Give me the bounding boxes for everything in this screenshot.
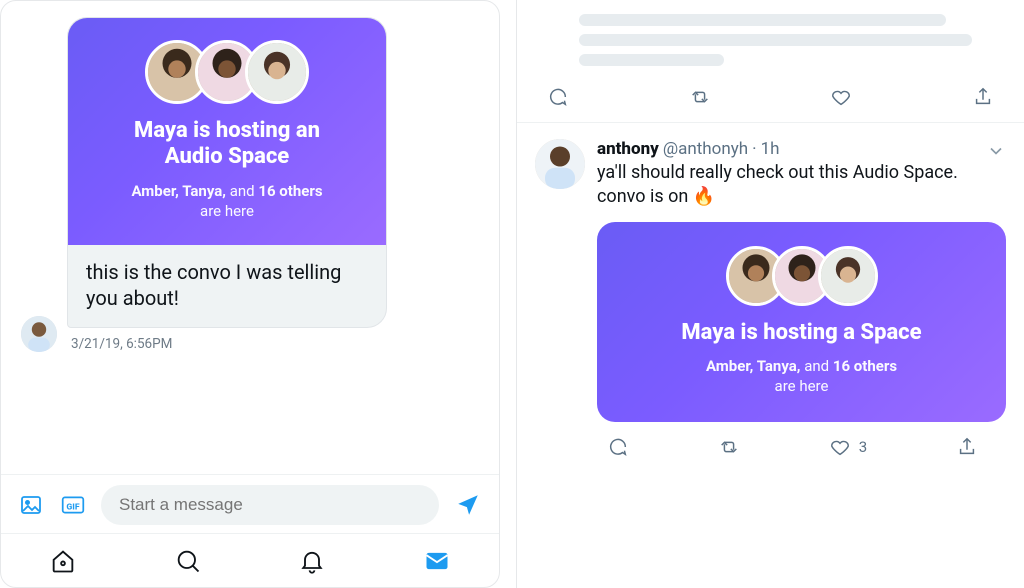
reply-icon [547,86,569,108]
tab-home[interactable] [49,547,77,575]
dm-scroll: Maya is hosting an Audio Space Amber, Ta… [1,1,499,474]
gif-icon: GIF [60,492,86,518]
retweet-button[interactable] [689,86,711,108]
tweet-body: anthony @anthonyh · 1h ya'll should real… [597,139,1006,468]
share-icon [956,436,978,458]
avatar-icon [21,316,57,352]
reply-icon [607,436,629,458]
tab-messages[interactable] [423,547,451,575]
fire-emoji: 🔥 [693,186,715,207]
retweet-button[interactable] [718,436,740,458]
chevron-down-icon [986,141,1006,161]
tab-notifications[interactable] [298,547,326,575]
tweet-display-name[interactable]: anthony [597,139,659,159]
retweet-icon [689,86,711,108]
reply-button[interactable] [547,86,569,108]
bottom-tabbar [1,533,499,587]
incoming-message: Maya is hosting an Audio Space Amber, Ta… [21,17,479,352]
audio-space-card[interactable]: Maya is hosting an Audio Space Amber, Ta… [68,18,386,245]
tweet-author-avatar[interactable] [535,139,585,189]
share-button[interactable] [972,86,994,108]
dm-pane: Maya is hosting an Audio Space Amber, Ta… [0,0,500,588]
timeline-pane: anthony @anthonyh · 1h ya'll should real… [516,0,1024,588]
send-icon [455,492,481,518]
like-button[interactable]: 3 [829,436,867,458]
message-composer: GIF [1,474,499,533]
message-input[interactable] [101,485,439,525]
tweet-text: ya'll should really check out this Audio… [597,161,1006,210]
search-icon [174,547,202,575]
home-icon [49,547,77,575]
envelope-icon [423,547,451,575]
avatar-icon [248,43,306,101]
attach-gif-button[interactable]: GIF [59,491,87,519]
space-title: Maya is hosting an Audio Space [90,118,364,171]
bell-icon [298,547,326,575]
retweet-icon [718,436,740,458]
message-text: this is the convo I was telling you abou… [68,245,386,327]
tweet-actions: 3 [597,422,1006,468]
share-button[interactable] [956,436,978,458]
avatar-icon [535,139,585,189]
audio-space-card[interactable]: Maya is hosting a Space Amber, Tanya, an… [597,222,1006,423]
reply-button[interactable] [607,436,629,458]
tweet-time[interactable]: 1h [761,139,780,159]
svg-text:GIF: GIF [66,502,79,512]
avatar-icon [821,249,875,303]
tab-search[interactable] [174,547,202,575]
tweet[interactable]: anthony @anthonyh · 1h ya'll should real… [517,123,1024,476]
like-count: 3 [859,438,867,456]
image-icon [19,493,43,517]
participant-avatars [90,40,364,104]
space-title: Maya is hosting a Space [619,320,984,346]
attach-image-button[interactable] [17,491,45,519]
tweet-header: anthony @anthonyh · 1h [597,139,1006,159]
send-button[interactable] [453,490,483,520]
tweet-menu-button[interactable] [986,141,1006,165]
placeholder-tweet-actions [517,78,1024,123]
heart-icon [830,86,852,108]
share-icon [972,86,994,108]
like-button[interactable] [830,86,852,108]
message-bubble: Maya is hosting an Audio Space Amber, Ta… [67,17,387,328]
space-subtitle: Amber, Tanya, and 16 others are here [90,181,364,222]
participant-avatars [619,246,984,306]
tweet-handle[interactable]: @anthonyh [663,139,748,159]
message-timestamp: 3/21/19, 6:56PM [67,336,479,352]
placeholder-tweet [517,0,1024,78]
space-subtitle: Amber, Tanya, and 16 others are here [619,356,984,397]
sender-avatar[interactable] [21,316,57,352]
heart-icon [829,436,851,458]
